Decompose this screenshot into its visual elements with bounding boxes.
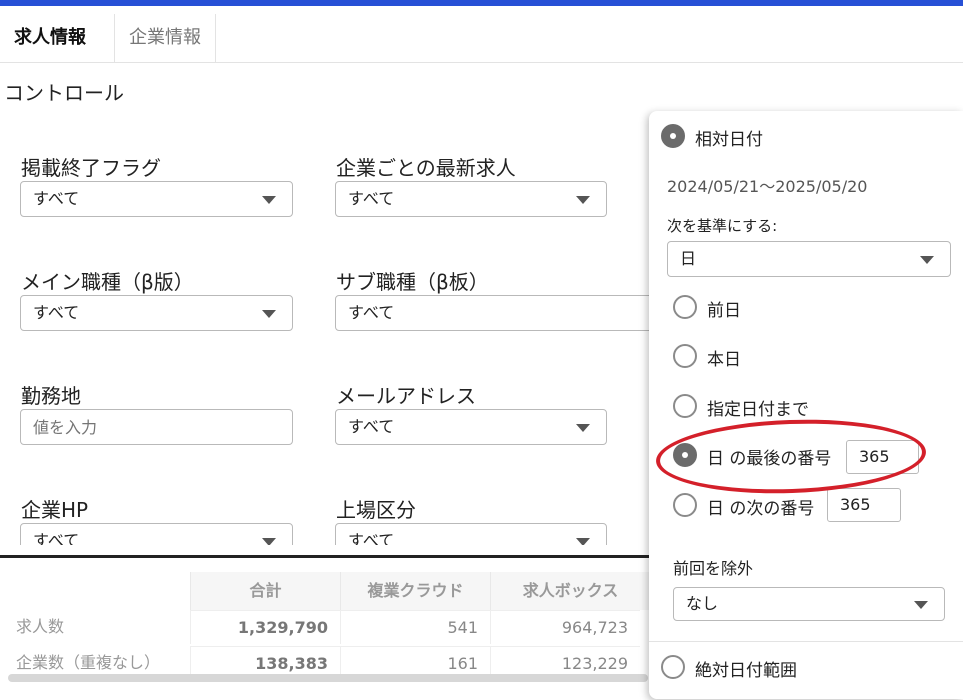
main-job-value: すべて xyxy=(33,303,80,322)
date-filter-popup: 相対日付 2024/05/21〜2025/05/20 次を基準にする: 日 前日… xyxy=(649,111,963,699)
option-next-n-radio[interactable] xyxy=(673,493,697,517)
chevron-down-icon xyxy=(262,538,276,545)
option-previous-day-radio[interactable] xyxy=(673,295,697,319)
sub-job-dropdown[interactable]: すべて xyxy=(335,295,655,331)
chevron-down-icon xyxy=(914,601,928,609)
exclude-previous-value: なし xyxy=(686,594,719,613)
option-next-n-label: 日 の次の番号 xyxy=(707,499,815,519)
option-until-date-label: 指定日付まで xyxy=(707,400,809,420)
col-header-fukugyo[interactable]: 複業クラウド xyxy=(340,572,490,610)
tab-bar: 求人情報 企業情報 xyxy=(0,14,963,63)
absolute-date-radio[interactable] xyxy=(661,655,685,679)
company-hp-dropdown[interactable]: すべて xyxy=(20,523,293,545)
basis-label: 次を基準にする: xyxy=(667,217,778,235)
tab-company-info[interactable]: 企業情報 xyxy=(115,14,216,62)
basis-value: 日 xyxy=(680,249,697,268)
option-until-date-radio[interactable] xyxy=(673,394,697,418)
sub-job-value: すべて xyxy=(348,303,395,322)
chevron-down-icon xyxy=(262,310,276,318)
col-header-total[interactable]: 合計 xyxy=(190,572,340,610)
end-flag-label: 掲載終了フラグ xyxy=(21,156,161,180)
listing-label: 上場区分 xyxy=(336,498,416,522)
listing-dropdown[interactable]: すべて xyxy=(335,523,607,545)
chevron-down-icon xyxy=(262,196,276,204)
email-label: メールアドレス xyxy=(336,384,476,408)
row-label-jobs: 求人数 xyxy=(16,617,65,636)
cell-jobs-kyujin-box: 964,723 xyxy=(490,610,640,644)
option-today-radio[interactable] xyxy=(673,344,697,368)
company-hp-value: すべて xyxy=(33,531,80,545)
email-dropdown[interactable]: すべて xyxy=(335,409,607,445)
main-job-dropdown[interactable]: すべて xyxy=(20,295,293,331)
option-previous-day-label: 前日 xyxy=(707,301,741,321)
top-accent-bar xyxy=(0,0,963,6)
chevron-down-icon xyxy=(576,196,590,204)
col-header-kyujin-box[interactable]: 求人ボックス xyxy=(490,572,650,610)
chevron-down-icon xyxy=(920,256,934,264)
relative-date-radio[interactable] xyxy=(661,124,685,148)
chevron-down-icon xyxy=(576,424,590,432)
listing-value: すべて xyxy=(348,531,395,545)
cell-jobs-total: 1,329,790 xyxy=(190,610,340,644)
end-flag-dropdown[interactable]: すべて xyxy=(20,181,293,217)
email-value: すべて xyxy=(348,417,395,436)
section-title: コントロール xyxy=(4,81,124,105)
date-range-text: 2024/05/21〜2025/05/20 xyxy=(667,177,868,196)
latest-job-value: すべて xyxy=(348,189,395,208)
horizontal-scrollbar[interactable] xyxy=(8,674,648,682)
location-input[interactable] xyxy=(20,409,293,445)
latest-job-dropdown[interactable]: すべて xyxy=(335,181,607,217)
basis-dropdown[interactable]: 日 xyxy=(667,241,951,277)
popup-separator xyxy=(649,641,963,642)
next-n-input[interactable]: 365 xyxy=(827,488,901,522)
absolute-date-label: 絶対日付範囲 xyxy=(695,661,797,681)
tab-job-info[interactable]: 求人情報 xyxy=(0,14,115,62)
exclude-previous-dropdown[interactable]: なし xyxy=(673,587,945,621)
exclude-previous-label: 前回を除外 xyxy=(673,559,754,578)
end-flag-value: すべて xyxy=(33,189,80,208)
latest-job-label: 企業ごとの最新求人 xyxy=(336,156,516,180)
option-today-label: 本日 xyxy=(707,350,741,370)
chevron-down-icon xyxy=(576,538,590,545)
sub-job-label: サブ職種（β板） xyxy=(336,270,489,294)
location-label: 勤務地 xyxy=(21,384,81,408)
main-job-label: メイン職種（β版） xyxy=(21,270,194,294)
company-hp-label: 企業HP xyxy=(21,498,89,522)
relative-date-label: 相対日付 xyxy=(695,130,763,150)
cell-jobs-fukugyo: 541 xyxy=(340,610,490,644)
row4-clip: すべて すべて xyxy=(0,523,649,545)
